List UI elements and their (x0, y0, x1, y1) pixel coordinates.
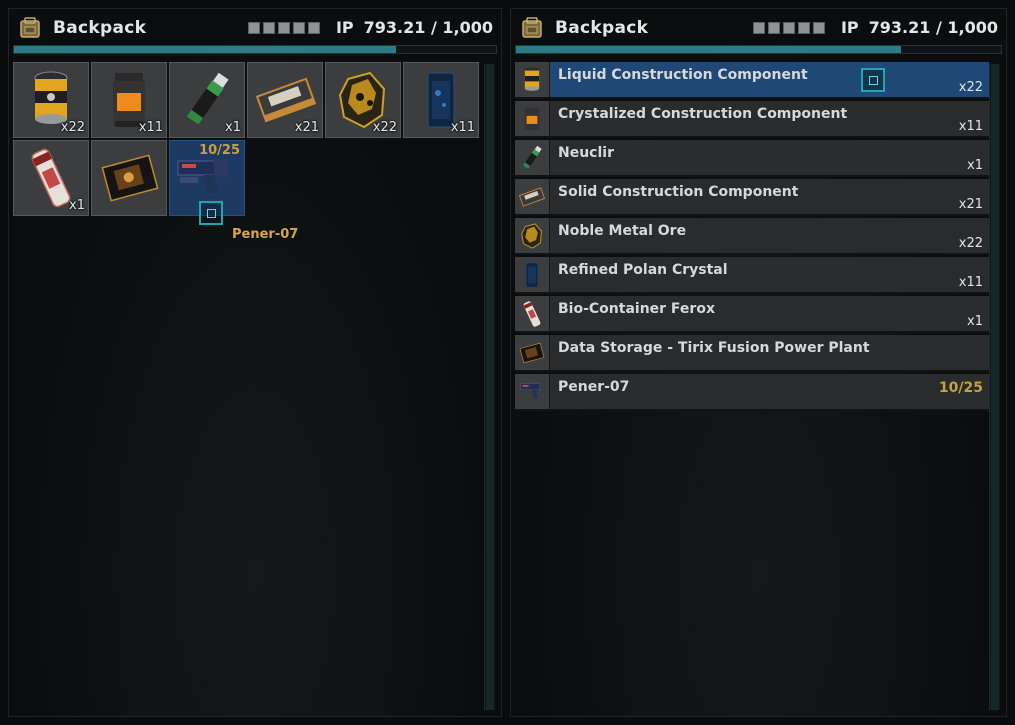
item-quantity: x22 (372, 120, 397, 135)
grid-slot[interactable]: x1 (13, 140, 89, 216)
item-name: Liquid Construction Component (558, 67, 808, 83)
list-scrollbar[interactable] (989, 64, 1000, 710)
weight-bar (13, 45, 497, 54)
item-quantity: x11 (450, 120, 475, 135)
list-item[interactable]: Pener-07 10/25 (515, 374, 989, 411)
item-quantity: x11 (138, 120, 163, 135)
item-name: Data Storage - Tirix Fusion Power Plant (558, 340, 870, 356)
grid-scrollbar[interactable] (484, 64, 495, 710)
item-quantity: x21 (294, 120, 319, 135)
ip-capacity: IP 793.21 / 1,000 (752, 18, 998, 37)
item-quantity: x22 (958, 80, 983, 95)
weight-bar-fill (516, 46, 901, 53)
controller-cursor (199, 201, 223, 225)
list-item-selected[interactable]: Liquid Construction Component x22 (515, 62, 989, 99)
item-name: Solid Construction Component (558, 184, 799, 200)
bio-container-icon (523, 301, 541, 327)
ore-rock-icon (521, 223, 542, 249)
list-item[interactable]: Data Storage - Tirix Fusion Power Plant (515, 335, 989, 372)
grid-slot[interactable]: x11 (403, 62, 479, 138)
view-mode-squares[interactable] (752, 21, 825, 34)
ip-label: IP (335, 18, 354, 37)
grid-slot[interactable]: x22 (325, 62, 401, 138)
pistol-icon (520, 383, 541, 398)
panel-title: Backpack (555, 18, 649, 38)
ip-value: 793.21 / 1,000 (868, 18, 998, 37)
item-quantity: x22 (958, 236, 983, 251)
weight-bar-fill (14, 46, 397, 53)
weight-bar (515, 45, 1002, 54)
ip-capacity: IP 793.21 / 1,000 (247, 18, 493, 37)
ip-label: IP (840, 18, 859, 37)
list-item[interactable]: Bio-Container Ferox x1 (515, 296, 989, 333)
grid-slot[interactable] (91, 140, 167, 216)
data-chip-icon (101, 154, 159, 202)
item-quantity: x22 (60, 120, 85, 135)
list-item[interactable]: Solid Construction Component x21 (515, 179, 989, 216)
hover-item-name: Pener-07 (232, 227, 299, 242)
panel-header: Backpack IP 793.21 / 1,000 (511, 9, 1006, 54)
item-quantity: x1 (967, 158, 983, 173)
backpack-icon (20, 17, 40, 38)
grid-slot[interactable]: x22 (13, 62, 89, 138)
grid-slot[interactable]: x11 (91, 62, 167, 138)
crystal-canister-icon (524, 107, 540, 131)
item-quantity: x1 (225, 120, 241, 135)
item-name: Pener-07 (558, 379, 630, 395)
item-quantity: x1 (69, 198, 85, 213)
data-chip-icon (519, 342, 545, 364)
polan-crystal-icon (525, 262, 539, 288)
grid-slot[interactable]: x21 (247, 62, 323, 138)
item-quantity: x11 (958, 119, 983, 134)
panel-title: Backpack (53, 18, 147, 38)
backpack-grid-panel: Backpack IP 793.21 / 1,000 x22 x11 x1 x2… (8, 8, 502, 717)
list-item[interactable]: Refined Polan Crystal x11 (515, 257, 989, 294)
ip-value: 793.21 / 1,000 (363, 18, 493, 37)
item-name: Bio-Container Ferox (558, 301, 715, 317)
liquid-canister-icon (524, 67, 540, 91)
item-name: Neuclir (558, 145, 614, 161)
item-durability: 10/25 (938, 380, 983, 396)
item-quantity: x1 (967, 314, 983, 329)
panel-header: Backpack IP 793.21 / 1,000 (9, 9, 501, 54)
item-quantity: x21 (958, 197, 983, 212)
list-item[interactable]: Neuclir x1 (515, 140, 989, 177)
item-durability: 10/25 (199, 143, 240, 158)
solid-box-icon (519, 187, 545, 207)
backpack-icon (522, 17, 542, 38)
item-name: Noble Metal Ore (558, 223, 687, 239)
list-item[interactable]: Crystalized Construction Component x11 (515, 101, 989, 138)
item-quantity: x11 (958, 275, 983, 290)
grid-slot[interactable]: x1 (169, 62, 245, 138)
list-item[interactable]: Noble Metal Ore x22 (515, 218, 989, 255)
controller-cursor (861, 68, 885, 92)
backpack-list-panel: Backpack IP 793.21 / 1,000 Liquid Constr… (510, 8, 1007, 717)
neuclir-tube-icon (523, 145, 542, 169)
view-mode-squares[interactable] (247, 21, 320, 34)
item-name: Crystalized Construction Component (558, 106, 848, 122)
item-name: Refined Polan Crystal (558, 262, 728, 278)
